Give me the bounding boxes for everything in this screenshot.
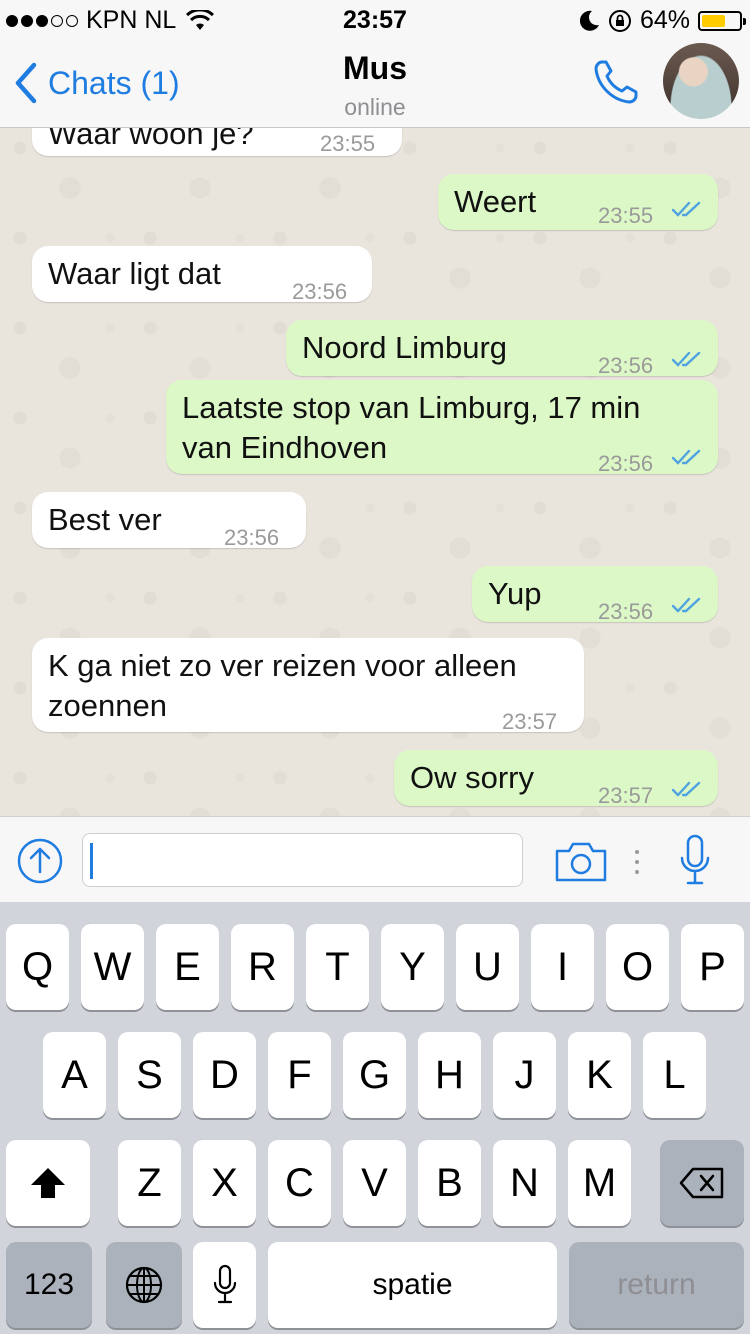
message-text: K ga niet zo ver reizen voor alleen bbox=[48, 648, 517, 683]
double-check-icon bbox=[672, 201, 701, 217]
rotation-lock-icon bbox=[608, 9, 631, 32]
message-bubble-incoming[interactable]: Best ver 23:56 bbox=[32, 492, 306, 550]
key-s[interactable]: S bbox=[118, 1032, 181, 1118]
message-text-line2: zoennen bbox=[48, 688, 167, 723]
message-time: 23:55 bbox=[598, 203, 654, 228]
key-r[interactable]: R bbox=[231, 924, 294, 1010]
key-x[interactable]: X bbox=[193, 1140, 256, 1226]
keyboard-mic-icon bbox=[213, 1264, 236, 1304]
double-check-icon bbox=[672, 449, 701, 465]
double-check-icon bbox=[672, 351, 701, 367]
battery-percent: 64% bbox=[639, 6, 690, 34]
key-y[interactable]: Y bbox=[381, 924, 444, 1010]
key-q[interactable]: Q bbox=[6, 924, 69, 1010]
message-text: Ow sorry bbox=[410, 760, 534, 795]
key-e[interactable]: E bbox=[156, 924, 219, 1010]
message-text: Yup bbox=[488, 576, 542, 611]
message-bubble-outgoing[interactable]: Laatste stop van Limburg, 17 min van Ein… bbox=[166, 380, 718, 476]
numbers-key[interactable]: 123 bbox=[6, 1242, 92, 1328]
key-w[interactable]: W bbox=[81, 924, 144, 1010]
message-text-line2: van Eindhoven bbox=[182, 430, 388, 465]
message-text: Laatste stop van Limburg, 17 min bbox=[182, 390, 641, 425]
phone-icon[interactable] bbox=[590, 56, 642, 108]
key-g[interactable]: G bbox=[343, 1032, 406, 1118]
message-text: Waar ligt dat bbox=[48, 256, 221, 291]
upload-icon[interactable] bbox=[16, 837, 64, 885]
key-i[interactable]: I bbox=[531, 924, 594, 1010]
microphone-icon[interactable] bbox=[678, 833, 712, 887]
key-b[interactable]: B bbox=[418, 1140, 481, 1226]
message-bubble-outgoing[interactable]: Ow sorry 23:57 bbox=[394, 750, 718, 808]
globe-icon bbox=[125, 1266, 163, 1304]
backspace-key[interactable] bbox=[660, 1140, 744, 1226]
keyboard: Q W E R T Y U I O P A S D F G H J K L Z … bbox=[0, 902, 750, 1334]
message-text: Best ver bbox=[48, 502, 162, 537]
message-bubble-outgoing[interactable]: Weert 23:55 bbox=[438, 174, 718, 230]
key-d[interactable]: D bbox=[193, 1032, 256, 1118]
message-bubble-outgoing[interactable]: Noord Limburg 23:56 bbox=[286, 320, 718, 378]
key-m[interactable]: M bbox=[568, 1140, 631, 1226]
message-time: 23:57 bbox=[598, 783, 654, 808]
key-v[interactable]: V bbox=[343, 1140, 406, 1226]
message-text: Noord Limburg bbox=[302, 330, 508, 365]
moon-icon bbox=[579, 10, 599, 31]
battery-fill bbox=[702, 14, 726, 27]
key-o[interactable]: O bbox=[606, 924, 669, 1010]
return-key[interactable]: return bbox=[569, 1242, 744, 1328]
key-f[interactable]: F bbox=[268, 1032, 331, 1118]
text-cursor bbox=[90, 843, 93, 879]
status-bar: KPN NL 23:57 64% bbox=[0, 0, 750, 40]
camera-icon[interactable] bbox=[554, 839, 608, 883]
message-time: 23:56 bbox=[598, 451, 654, 476]
message-list[interactable]: Waar woon je? 23:55 Weert 23:55 Waar lig… bbox=[0, 128, 750, 816]
key-h[interactable]: H bbox=[418, 1032, 481, 1118]
dictation-key[interactable] bbox=[193, 1242, 256, 1328]
key-k[interactable]: K bbox=[568, 1032, 631, 1118]
message-time: 23:56 bbox=[292, 279, 348, 304]
message-time: 23:56 bbox=[598, 599, 654, 624]
key-u[interactable]: U bbox=[456, 924, 519, 1010]
message-time: 23:55 bbox=[320, 131, 376, 156]
key-c[interactable]: C bbox=[268, 1140, 331, 1226]
key-l[interactable]: L bbox=[643, 1032, 706, 1118]
message-time: 23:56 bbox=[224, 525, 280, 550]
key-p[interactable]: P bbox=[681, 924, 744, 1010]
key-j[interactable]: J bbox=[493, 1032, 556, 1118]
shift-key[interactable] bbox=[6, 1140, 90, 1226]
message-time: 23:57 bbox=[502, 709, 558, 734]
message-input[interactable] bbox=[82, 833, 523, 887]
chat-header: Chats (1) Mus online bbox=[0, 40, 750, 128]
message-composer bbox=[0, 816, 750, 902]
key-a[interactable]: A bbox=[43, 1032, 106, 1118]
globe-key[interactable] bbox=[106, 1242, 182, 1328]
message-text: Waar woon je? bbox=[48, 128, 254, 151]
battery-icon bbox=[698, 10, 746, 31]
message-text: Weert bbox=[454, 184, 537, 219]
message-bubble-incoming[interactable]: K ga niet zo ver reizen voor alleen zoen… bbox=[32, 638, 584, 734]
key-n[interactable]: N bbox=[493, 1140, 556, 1226]
double-check-icon bbox=[672, 597, 701, 613]
space-key[interactable]: spatie bbox=[268, 1242, 557, 1328]
key-t[interactable]: T bbox=[306, 924, 369, 1010]
status-right: 64% bbox=[579, 6, 746, 35]
message-bubble-incoming[interactable]: Waar woon je? 23:55 bbox=[32, 128, 402, 156]
message-bubble-outgoing[interactable]: Yup 23:56 bbox=[472, 566, 718, 624]
shift-icon bbox=[31, 1168, 65, 1198]
double-check-icon bbox=[672, 781, 701, 797]
key-z[interactable]: Z bbox=[118, 1140, 181, 1226]
message-bubble-incoming[interactable]: Waar ligt dat 23:56 bbox=[32, 246, 372, 304]
more-dots-icon bbox=[635, 850, 639, 874]
backspace-icon bbox=[679, 1167, 724, 1199]
contact-avatar[interactable] bbox=[663, 43, 739, 119]
